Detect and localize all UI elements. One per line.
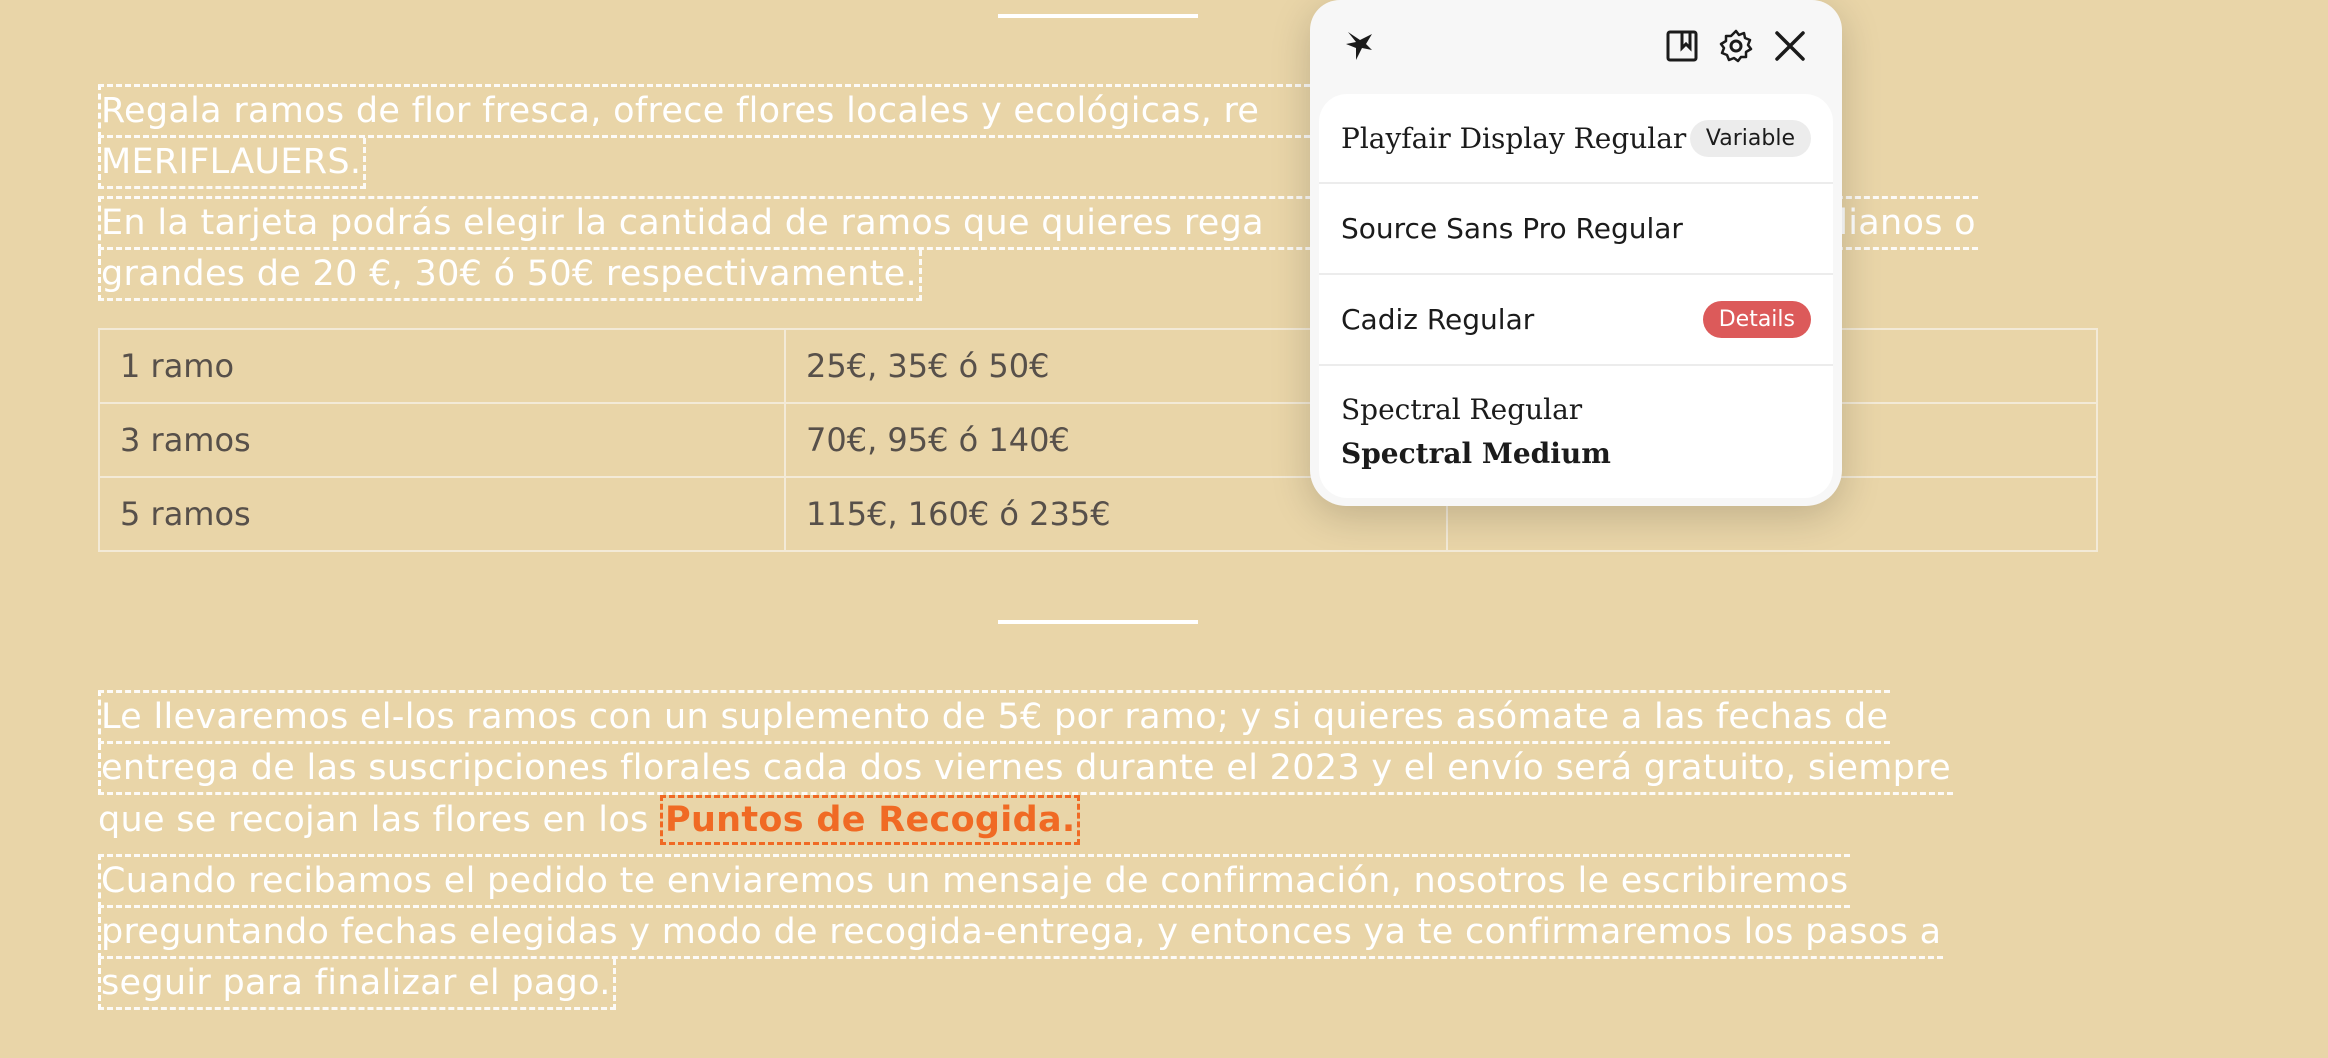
font-list: Playfair Display Regular Variable Source… — [1319, 94, 1833, 498]
font-item-playfair[interactable]: Playfair Display Regular Variable — [1319, 94, 1833, 184]
close-icon[interactable] — [1772, 28, 1808, 64]
font-item-label: Playfair Display Regular — [1341, 121, 1687, 155]
font-item-label: Source Sans Pro Regular — [1341, 212, 1683, 245]
delivery-paragraph: Le llevaremos el-los ramos con un suplem… — [98, 690, 1953, 845]
font-item-source-sans[interactable]: Source Sans Pro Regular — [1319, 184, 1833, 275]
spectral-stack: Spectral Regular Spectral Medium — [1341, 388, 1611, 476]
table-cell-qty: 1 ramo — [98, 328, 786, 404]
confirmation-line-3: seguir para finalizar el pago. — [98, 959, 616, 1010]
table-cell-qty: 3 ramos — [98, 402, 786, 478]
font-item-label-medium: Spectral Medium — [1341, 437, 1611, 470]
card-line-2: grandes de 20 €, 30€ ó 50€ respectivamen… — [98, 250, 922, 301]
intro-line-2: MERIFLAUERS. — [98, 138, 367, 189]
font-item-cadiz[interactable]: Cadiz Regular Details — [1319, 275, 1833, 366]
delivery-line-1: Le llevaremos el-los ramos con un suplem… — [98, 690, 1891, 744]
font-inspector-panel: Playfair Display Regular Variable Source… — [1310, 0, 1842, 506]
logo-icon[interactable] — [1342, 28, 1378, 64]
confirmation-line-1: Cuando recibamos el pedido te enviaremos… — [98, 854, 1851, 908]
details-badge[interactable]: Details — [1702, 301, 1811, 338]
font-item-spectral[interactable]: Spectral Regular Spectral Medium — [1319, 366, 1833, 498]
font-item-label: Spectral Regular — [1341, 393, 1583, 426]
font-item-label: Cadiz Regular — [1341, 303, 1535, 336]
pickup-points-link[interactable]: Puntos de Recogida. — [660, 795, 1081, 845]
delivery-line-2: entrega de las suscripciones florales ca… — [98, 744, 1953, 795]
confirmation-paragraph: Cuando recibamos el pedido te enviaremos… — [98, 854, 1944, 1010]
table-cell-qty: 5 ramos — [98, 476, 786, 552]
delivery-line-3: que se recojan las flores en los — [98, 800, 649, 840]
top-divider — [998, 14, 1198, 18]
bookmark-icon[interactable] — [1664, 28, 1700, 64]
variable-badge[interactable]: Variable — [1689, 119, 1811, 157]
panel-header — [1310, 0, 1842, 94]
confirmation-line-2: preguntando fechas elegidas y modo de re… — [98, 908, 1944, 959]
gear-icon[interactable] — [1718, 28, 1754, 64]
middle-divider — [998, 620, 1198, 624]
